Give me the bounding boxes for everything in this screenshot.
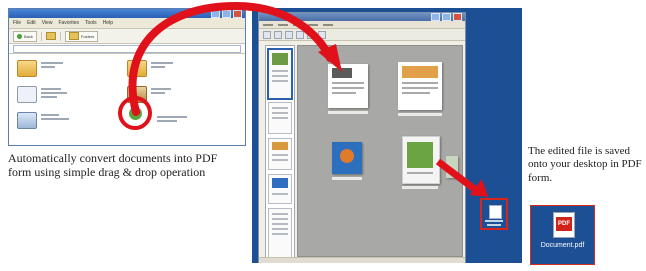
page-thumbnail[interactable] [268,208,292,258]
explorer-titlebar [9,9,245,18]
menu-edit[interactable]: Edit [27,20,36,26]
folders-button-label: Folders [80,33,95,39]
toolbar-button[interactable] [274,30,282,39]
toolbar-button[interactable] [296,30,304,39]
close-button[interactable] [453,13,462,21]
editor-statusbar [259,257,465,263]
caption-left: Automatically convert documents into PDF… [8,151,218,180]
menu-tools[interactable]: Tools [85,20,97,26]
maximize-button[interactable] [442,13,451,21]
close-button[interactable] [233,9,242,18]
toolbar-separator [59,31,61,41]
folder-icon [127,60,147,77]
back-button-label: Back [24,33,33,39]
list-item[interactable] [157,114,187,124]
folders-button[interactable]: Folders [64,30,99,42]
drag-highlight-circle [118,96,152,130]
maximize-button[interactable] [222,9,231,18]
page-canvas[interactable] [297,45,463,257]
folder-icon [17,60,37,77]
pdf-document-icon: PDF [553,212,575,238]
toolbar-button[interactable] [263,30,271,39]
document-icon [17,86,37,103]
page-thumbnail[interactable] [268,174,292,204]
toolbar-separator [40,31,42,41]
editor-titlebar [259,13,465,21]
explorer-menubar: File Edit View Favorites Tools Help [9,18,245,29]
pdf-file-icon[interactable]: PDF Document.pdf [530,205,595,265]
minimize-button[interactable] [431,13,440,21]
page-card-selected[interactable] [402,136,440,192]
menu-view[interactable]: View [42,20,53,26]
page-card[interactable] [328,64,368,116]
toolbar-button[interactable] [285,30,293,39]
toolbar-button[interactable] [307,30,315,39]
file-icon [489,205,502,219]
explorer-toolbar: Back Folders [9,29,245,44]
up-folder-icon[interactable] [45,32,56,40]
pdf-file-name: Document.pdf [540,242,585,249]
menu-favorites[interactable]: Favorites [58,20,79,26]
page-thumbnail[interactable] [267,48,293,100]
page-thumbnail[interactable] [268,138,292,170]
pdf-mark: PDF [556,217,572,231]
editor-menubar [259,21,465,29]
list-item[interactable] [17,112,69,129]
spreadsheet-icon [17,112,37,129]
toolbar-button[interactable] [318,30,326,39]
desktop-drop-target-icon[interactable] [480,198,508,230]
list-item[interactable] [17,60,63,77]
page-card[interactable] [332,142,362,182]
address-input[interactable] [13,44,241,53]
menu-help[interactable]: Help [103,20,113,26]
pdf-editor-window [258,12,466,263]
page-card[interactable] [398,62,442,118]
minimize-button[interactable] [211,9,220,18]
page-thumbnail[interactable] [268,102,292,134]
editor-toolbar [259,29,465,41]
folders-icon [68,32,79,40]
back-arrow-icon [17,33,22,39]
desktop-panel [252,8,522,263]
list-item[interactable] [127,60,173,77]
back-button[interactable]: Back [13,30,37,42]
list-item[interactable] [17,86,67,103]
menu-file[interactable]: File [13,20,21,26]
address-bar [9,44,245,54]
caption-right: The edited file is saved onto your deskt… [528,145,642,184]
dragged-document-icon[interactable] [129,107,142,120]
page-thumbnail-panel [265,45,295,261]
